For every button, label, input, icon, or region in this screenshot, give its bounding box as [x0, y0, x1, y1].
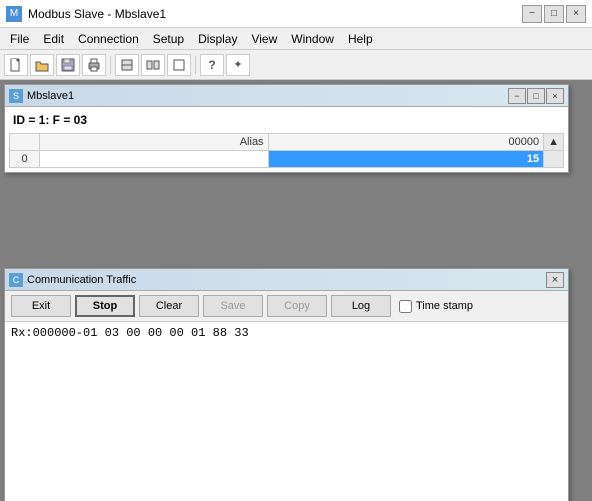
scrollbar-header[interactable]: ▲: [544, 134, 564, 151]
col-alias-header: Alias: [40, 134, 269, 151]
maximize-button[interactable]: □: [544, 5, 564, 23]
mbslave1-minimize[interactable]: −: [508, 88, 526, 104]
close-button[interactable]: ×: [566, 5, 586, 23]
new-button[interactable]: [4, 54, 28, 76]
comm-title-bar: C Communication Traffic ×: [5, 269, 568, 291]
toolbar-doc1-button[interactable]: [115, 54, 139, 76]
alias-cell: [40, 151, 269, 168]
value-cell: 15: [268, 151, 544, 168]
print-button[interactable]: [82, 54, 106, 76]
mbslave1-close[interactable]: ×: [546, 88, 564, 104]
exit-button[interactable]: Exit: [11, 295, 71, 317]
col-rownum-header: [10, 134, 40, 151]
workspace: S Mbslave1 − □ × ID = 1: F = 03 Alias 00…: [0, 80, 592, 501]
col-value-header: 00000: [268, 134, 544, 151]
app-icon: M: [6, 6, 22, 22]
toolbar-doc3-button[interactable]: [167, 54, 191, 76]
comm-traffic-window: C Communication Traffic × Exit Stop Clea…: [4, 268, 569, 501]
window-controls: − □ ×: [522, 5, 586, 23]
menu-connection[interactable]: Connection: [72, 30, 145, 48]
comm-title: Communication Traffic: [27, 274, 136, 286]
table-row: 0 15: [10, 151, 564, 168]
comm-close-button[interactable]: ×: [546, 272, 564, 288]
save-button[interactable]: Save: [203, 295, 263, 317]
main-title-bar: M Modbus Slave - Mbslave1 − □ ×: [0, 0, 592, 28]
menu-window[interactable]: Window: [285, 30, 340, 48]
comm-icon: C: [9, 273, 23, 287]
menu-bar: File Edit Connection Setup Display View …: [0, 28, 592, 50]
open-button[interactable]: [30, 54, 54, 76]
mbslave1-title: Mbslave1: [27, 90, 74, 102]
mbslave1-controls: − □ ×: [508, 88, 564, 104]
mbslave1-maximize[interactable]: □: [527, 88, 545, 104]
clear-button[interactable]: Clear: [139, 295, 199, 317]
mbslave1-icon: S: [9, 89, 23, 103]
slave-table: Alias 00000 ▲ 0 15: [9, 133, 564, 168]
menu-help[interactable]: Help: [342, 30, 379, 48]
save-button[interactable]: [56, 54, 80, 76]
copy-button[interactable]: Copy: [267, 295, 327, 317]
menu-display[interactable]: Display: [192, 30, 243, 48]
rx-data-line: Rx:000000-01 03 00 00 00 01 88 33: [11, 326, 562, 340]
about-button[interactable]: ✦: [226, 54, 250, 76]
menu-edit[interactable]: Edit: [37, 30, 70, 48]
timestamp-checkbox[interactable]: [399, 300, 412, 313]
mbslave1-title-bar: S Mbslave1 − □ ×: [5, 85, 568, 107]
row-number: 0: [10, 151, 40, 168]
slave-content: ID = 1: F = 03 Alias 00000 ▲ 0: [5, 107, 568, 172]
menu-setup[interactable]: Setup: [147, 30, 190, 48]
minimize-button[interactable]: −: [522, 5, 542, 23]
toolbar-doc2-button[interactable]: [141, 54, 165, 76]
timestamp-label: Time stamp: [416, 300, 473, 312]
comm-content: Rx:000000-01 03 00 00 00 01 88 33: [5, 322, 568, 501]
toolbar-sep2: [195, 56, 196, 74]
menu-view[interactable]: View: [245, 30, 283, 48]
app-title: Modbus Slave - Mbslave1: [28, 7, 166, 21]
comm-buttons-bar: Exit Stop Clear Save Copy Log Time stamp: [5, 291, 568, 322]
toolbar: ? ✦: [0, 50, 592, 80]
stop-button[interactable]: Stop: [75, 295, 135, 317]
help-button[interactable]: ?: [200, 54, 224, 76]
id-line: ID = 1: F = 03: [9, 111, 564, 129]
slave-table-wrapper: Alias 00000 ▲ 0 15: [9, 133, 564, 168]
menu-file[interactable]: File: [4, 30, 35, 48]
scrollbar-cell: [544, 151, 564, 168]
mbslave1-window: S Mbslave1 − □ × ID = 1: F = 03 Alias 00…: [4, 84, 569, 173]
timestamp-area: Time stamp: [399, 300, 473, 313]
log-button[interactable]: Log: [331, 295, 391, 317]
toolbar-sep1: [110, 56, 111, 74]
